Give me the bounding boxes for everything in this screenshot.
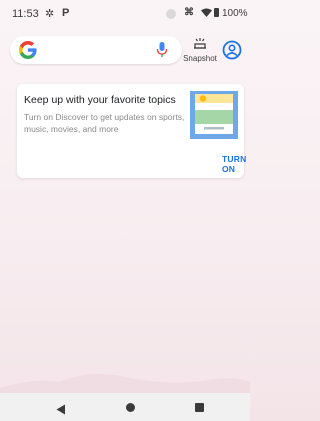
settings-icon: ✲ (45, 8, 55, 20)
snapshot-label: Snapshot (183, 54, 217, 63)
navigation-bar (0, 393, 250, 421)
card-title: Keep up with your favorite topics (24, 94, 176, 106)
google-logo-icon (19, 41, 37, 64)
battery-percent: 100% (222, 8, 248, 19)
turn-on-button[interactable]: TURN ON (222, 154, 246, 174)
status-time: 11:53 (12, 8, 39, 20)
home-icon[interactable] (126, 403, 135, 412)
discover-card: Keep up with your favorite topics Turn o… (17, 84, 246, 178)
wifi-icon (201, 8, 212, 20)
p-key-icon: P (62, 7, 70, 19)
status-bar: 11:53 ✲ P ⌘ 100% (0, 0, 250, 28)
google-search-bar[interactable] (10, 36, 182, 64)
snapshot-button[interactable]: Snapshot (180, 36, 220, 66)
background-hill-icon (0, 373, 250, 394)
discover-illustration-icon (190, 91, 238, 144)
vibrate-icon: ⌘ (184, 7, 194, 18)
recents-icon[interactable] (195, 403, 204, 412)
account-circle-icon[interactable] (222, 40, 242, 65)
back-icon[interactable] (56, 402, 66, 420)
mic-icon[interactable] (156, 41, 168, 64)
notification-dot-icon (166, 9, 176, 19)
battery-icon (214, 8, 219, 17)
card-description: Turn on Discover to get updates on sport… (24, 112, 185, 134)
